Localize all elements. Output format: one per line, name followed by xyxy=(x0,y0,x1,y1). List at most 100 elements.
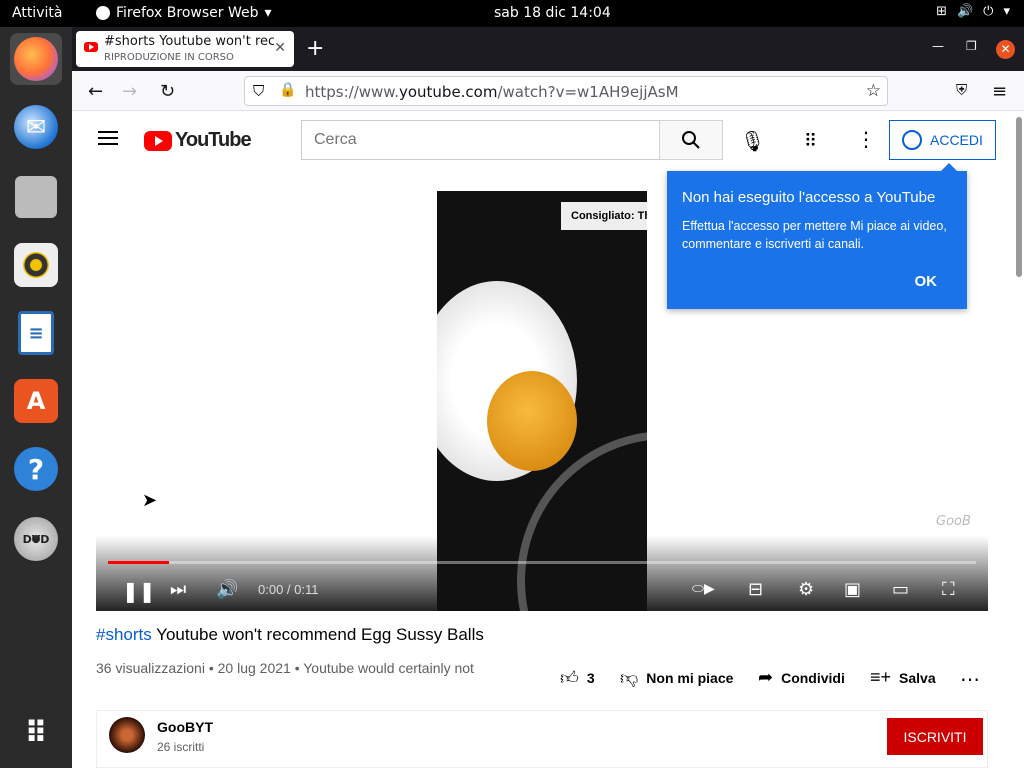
maximize-icon[interactable]: ❐ xyxy=(966,39,977,53)
pocket-icon[interactable]: ⛨ xyxy=(956,81,967,99)
thumbs-down-icon: 👎︎ xyxy=(620,668,639,688)
subtitles-icon[interactable]: ⊟ xyxy=(748,579,763,600)
sign-in-label: ACCEDI xyxy=(930,132,983,148)
save-button[interactable]: ≡+ Salva xyxy=(870,667,936,688)
dislike-label: Non mi piace xyxy=(646,670,734,686)
save-label: Salva xyxy=(899,669,936,686)
tab-youtube[interactable]: #shorts Youtube won't recommend Egg Suss… xyxy=(76,31,294,67)
popup-title: Non hai eseguito l'accesso a YouTube xyxy=(682,189,936,206)
share-label: Condividi xyxy=(781,669,845,686)
search-button[interactable] xyxy=(659,120,723,160)
channel-avatar[interactable] xyxy=(109,717,145,753)
share-icon: ➦ xyxy=(758,667,774,687)
channel-row: GooBYT 26 iscritti ISCRIVITI xyxy=(96,710,988,768)
bookmark-star-icon[interactable]: ☆ xyxy=(866,81,881,101)
minimize-icon[interactable]: — xyxy=(932,39,944,53)
dislike-button[interactable]: 👎︎ Non mi piace xyxy=(620,667,733,689)
youtube-play-icon xyxy=(144,130,172,151)
egg-yolk xyxy=(487,371,577,471)
signin-popup: Non hai eseguito l'accesso a YouTube Eff… xyxy=(667,163,967,309)
more-options-icon[interactable]: ⋮ xyxy=(856,127,876,151)
rhythmbox-icon xyxy=(14,243,58,287)
page-scrollbar[interactable] xyxy=(1014,111,1024,768)
apps-grid-icon[interactable]: ⠿ xyxy=(804,131,817,152)
playlist-add-icon: ≡+ xyxy=(870,667,892,687)
thumbs-up-icon: 👍︎ xyxy=(560,668,579,688)
ubuntu-dock: ✉ ≡ A ? DVD ⠿ xyxy=(0,27,72,768)
apps-grid-icon: ⠿ xyxy=(24,715,48,751)
forward-icon[interactable]: → xyxy=(122,81,137,102)
volume-icon[interactable]: 🔊 xyxy=(216,579,238,600)
theater-mode-icon[interactable]: ▭ xyxy=(892,579,909,600)
help-icon: ? xyxy=(14,447,58,491)
lock-icon[interactable]: 🔒 xyxy=(279,82,296,98)
scrollbar-thumb[interactable] xyxy=(1016,117,1022,277)
shield-icon[interactable]: ⛉ xyxy=(253,82,264,100)
system-tray[interactable]: ⊞ 🔊 ⏻ ▾ xyxy=(936,4,1010,19)
more-actions-icon[interactable]: ⋯ xyxy=(960,667,980,692)
suggestion-card[interactable]: Consigliato: The B xyxy=(561,202,647,230)
microphone-icon[interactable]: 🎙 xyxy=(740,129,765,153)
youtube-wordmark: YouTube xyxy=(175,129,252,151)
subscribe-button[interactable]: ISCRIVITI xyxy=(887,718,983,755)
subscriber-count: 26 iscritti xyxy=(157,740,205,754)
firefox-window: #shorts Youtube won't recommend Egg Suss… xyxy=(72,27,1024,768)
video-meta: 36 visualizzazioni • 20 lug 2021 • Youtu… xyxy=(96,660,474,676)
dock-files[interactable] xyxy=(10,171,62,223)
libreoffice-writer-icon: ≡ xyxy=(18,311,54,355)
ubuntu-software-icon: A xyxy=(14,379,58,423)
app-menu[interactable]: Firefox Browser Web ▾ xyxy=(96,5,272,21)
firefox-icon xyxy=(14,37,58,81)
youtube-logo[interactable]: YouTube xyxy=(144,129,252,152)
clock[interactable]: sab 18 dic 14:04 xyxy=(494,5,611,21)
fullscreen-icon[interactable]: ⛶ xyxy=(942,579,955,600)
dock-firefox[interactable] xyxy=(10,33,62,85)
dock-help[interactable]: ? xyxy=(10,443,62,495)
close-window-button[interactable]: ✕ xyxy=(996,40,1015,59)
hamburger-menu-icon[interactable] xyxy=(98,131,118,145)
video-title: #shorts Youtube won't recommend Egg Suss… xyxy=(96,625,484,645)
next-icon[interactable]: ⏭ xyxy=(170,579,186,600)
popup-ok-button[interactable]: OK xyxy=(915,273,938,290)
nav-toolbar: ← → ↻ ⛉ 🔒 https://www.youtube.com/watch?… xyxy=(72,71,1024,111)
gnome-top-bar: Attività Firefox Browser Web ▾ sab 18 di… xyxy=(0,0,1024,27)
url-text: https://www.youtube.com/watch?v=w1AH9ejj… xyxy=(305,83,679,101)
tab-strip: #shorts Youtube won't recommend Egg Suss… xyxy=(72,27,1024,71)
url-bar[interactable]: ⛉ 🔒 https://www.youtube.com/watch?v=w1AH… xyxy=(244,76,888,106)
youtube-favicon-icon xyxy=(84,42,98,52)
dock-thunderbird[interactable]: ✉ xyxy=(10,101,62,153)
progress-fill xyxy=(108,561,169,564)
share-button[interactable]: ➦ Condividi xyxy=(758,667,845,688)
dock-ubuntu-software[interactable]: A xyxy=(10,375,62,427)
popup-body: Effettua l'accesso per mettere Mi piace … xyxy=(682,219,947,251)
video-frame[interactable] xyxy=(437,191,647,611)
tab-playing-label: RIPRODUZIONE IN CORSO xyxy=(104,52,234,63)
dock-writer[interactable]: ≡ xyxy=(10,307,62,359)
reload-icon[interactable]: ↻ xyxy=(160,81,175,102)
time-display: 0:00 / 0:11 xyxy=(258,582,319,597)
dock-rhythmbox[interactable] xyxy=(10,239,62,291)
dock-dvd[interactable]: DVD xyxy=(10,513,62,565)
autoplay-toggle-icon[interactable]: ⬭▶ xyxy=(692,581,715,597)
channel-watermark[interactable]: GooB xyxy=(936,514,971,529)
hashtag-link[interactable]: #shorts xyxy=(96,625,152,644)
sign-in-button[interactable]: ACCEDI xyxy=(889,120,996,160)
activities-button[interactable]: Attività xyxy=(12,5,62,21)
miniplayer-icon[interactable]: ▣ xyxy=(844,579,861,600)
search-input[interactable] xyxy=(301,120,660,160)
settings-gear-icon[interactable]: ⚙ xyxy=(798,579,814,600)
search-icon xyxy=(682,131,700,149)
back-icon[interactable]: ← xyxy=(88,81,103,102)
thunderbird-icon: ✉ xyxy=(14,105,58,149)
tab-title: #shorts Youtube won't recommend Egg Suss… xyxy=(104,34,274,49)
menu-icon[interactable]: ≡ xyxy=(992,81,1007,102)
network-icon: ⊞ xyxy=(936,4,947,19)
pause-icon[interactable]: ❚❚ xyxy=(122,579,156,603)
channel-name[interactable]: GooBYT xyxy=(157,719,213,735)
new-tab-button[interactable]: + xyxy=(306,36,324,61)
like-button[interactable]: 👍︎ 3 xyxy=(560,667,595,689)
close-tab-icon[interactable]: ✕ xyxy=(274,40,286,56)
progress-bar[interactable] xyxy=(108,561,976,564)
show-apps-button[interactable]: ⠿ xyxy=(10,707,62,759)
video-title-text: Youtube won't recommend Egg Sussy Balls xyxy=(151,625,484,644)
